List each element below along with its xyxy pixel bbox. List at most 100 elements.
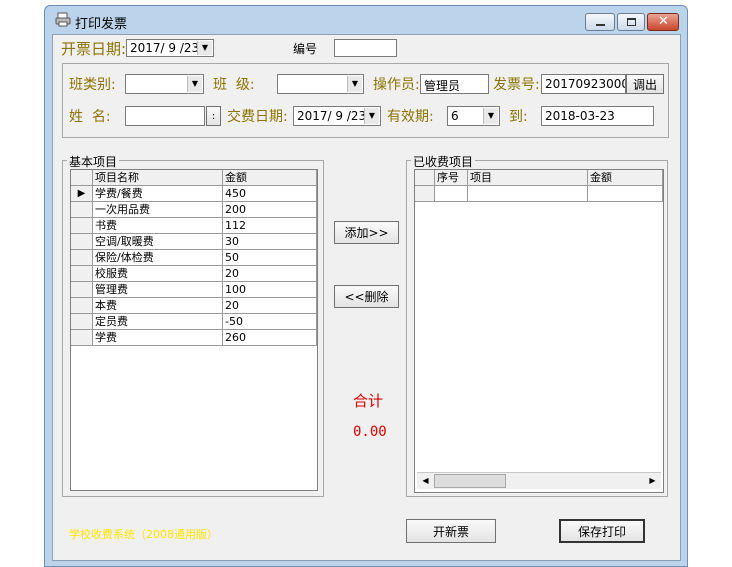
item-amount-cell[interactable]: 100 <box>223 282 317 298</box>
charged-items-grid[interactable]: 序号 项目 金额 ◀ ▶ <box>414 169 664 493</box>
item-name-cell[interactable]: 一次用品费 <box>93 202 223 218</box>
basic-items-rows: ▶ 学费/餐费 450 一次用品费 200 书费 112 空调/取暖费 30 保险/体检费 50 校服… <box>71 186 317 346</box>
table-row[interactable]: 一次用品费 200 <box>71 202 317 218</box>
row-selector-header <box>71 170 93 186</box>
row-selector[interactable] <box>71 298 93 314</box>
table-cell[interactable] <box>468 186 588 202</box>
column-header-item[interactable]: 项目 <box>468 170 588 186</box>
expiry-date-field[interactable]: 2018-03-23 <box>541 106 654 126</box>
save-print-button[interactable]: 保存打印 <box>559 519 645 543</box>
table-cell[interactable] <box>435 186 468 202</box>
maximize-button[interactable] <box>617 13 645 31</box>
table-row[interactable]: 定员费 -50 <box>71 314 317 330</box>
item-amount-cell[interactable]: 30 <box>223 234 317 250</box>
row-selector[interactable] <box>71 202 93 218</box>
grid-header: 序号 项目 金额 <box>415 170 663 186</box>
table-row[interactable]: 保险/体检费 50 <box>71 250 317 266</box>
row-selector[interactable] <box>71 218 93 234</box>
name-field[interactable] <box>125 106 205 126</box>
scrollbar-thumb[interactable] <box>434 474 506 488</box>
client-area: 开票日期: 2017/ 9 /23 ▼ 编号 班类别: ▼ 班 级: ▼ 操作员… <box>52 34 681 561</box>
chevron-down-icon[interactable]: ▼ <box>187 76 202 92</box>
item-amount-cell[interactable]: 200 <box>223 202 317 218</box>
row-selector[interactable] <box>71 234 93 250</box>
validity-select[interactable]: 6 ▼ <box>447 106 500 126</box>
table-row[interactable] <box>415 186 663 202</box>
item-name-cell[interactable]: 保险/体检费 <box>93 250 223 266</box>
add-button[interactable]: 添加>> <box>334 221 399 244</box>
item-name-cell[interactable]: 校服费 <box>93 266 223 282</box>
item-amount-cell[interactable]: 112 <box>223 218 317 234</box>
recall-button[interactable]: 调出 <box>626 74 664 94</box>
grade-select[interactable]: ▼ <box>277 74 364 94</box>
item-amount-cell[interactable]: -50 <box>223 314 317 330</box>
invoice-no-label: 发票号: <box>493 77 540 93</box>
item-name-cell[interactable]: 管理费 <box>93 282 223 298</box>
table-row[interactable]: 空调/取暖费 30 <box>71 234 317 250</box>
scroll-right-icon[interactable]: ▶ <box>645 474 660 488</box>
chevron-down-icon[interactable]: ▼ <box>364 108 379 124</box>
minimize-icon <box>596 24 605 26</box>
row-selector[interactable]: ▶ <box>71 186 93 202</box>
charged-items-title: 已收费项目 <box>411 153 476 170</box>
item-amount-cell[interactable]: 260 <box>223 330 317 346</box>
title-bar[interactable]: 打印发票 ✕ <box>45 6 687 34</box>
table-row[interactable]: 学费 260 <box>71 330 317 346</box>
row-selector[interactable] <box>71 330 93 346</box>
item-name-cell[interactable]: 学费/餐费 <box>93 186 223 202</box>
row-selector[interactable] <box>71 266 93 282</box>
invoice-no-field[interactable]: 201709230001 <box>541 74 626 94</box>
delete-button[interactable]: <<删除 <box>334 285 399 308</box>
number-label: 编号 <box>293 42 318 56</box>
item-amount-cell[interactable]: 50 <box>223 250 317 266</box>
new-invoice-button[interactable]: 开新票 <box>406 519 496 543</box>
item-name-cell[interactable]: 空调/取暖费 <box>93 234 223 250</box>
item-name-cell[interactable]: 书费 <box>93 218 223 234</box>
number-field[interactable] <box>334 39 397 57</box>
item-name-cell[interactable]: 学费 <box>93 330 223 346</box>
issue-date-value: 2017/ 9 /23 <box>130 41 200 55</box>
row-selector[interactable] <box>71 282 93 298</box>
validity-label: 有效期: <box>387 109 434 125</box>
basic-items-grid[interactable]: 项目名称 金额 ▶ 学费/餐费 450 一次用品费 200 书费 112 空调/取暖费 30 保险… <box>70 169 318 491</box>
basic-items-title: 基本项目 <box>67 153 120 170</box>
minimize-button[interactable] <box>585 13 615 31</box>
table-row[interactable]: 校服费 20 <box>71 266 317 282</box>
chevron-down-icon[interactable]: ▼ <box>347 76 362 92</box>
operator-label: 操作员: <box>373 77 420 93</box>
table-row[interactable]: 本费 20 <box>71 298 317 314</box>
table-cell[interactable] <box>588 186 663 202</box>
column-header-name[interactable]: 项目名称 <box>93 170 223 186</box>
invoice-no-value: 201709230001 <box>545 77 625 91</box>
item-amount-cell[interactable]: 450 <box>223 186 317 202</box>
class-type-select[interactable]: ▼ <box>125 74 204 94</box>
window-title: 打印发票 <box>75 17 128 32</box>
operator-field[interactable]: 管理员 <box>420 74 489 94</box>
table-row[interactable]: ▶ 学费/餐费 450 <box>71 186 317 202</box>
item-amount-cell[interactable]: 20 <box>223 298 317 314</box>
row-selector[interactable] <box>71 250 93 266</box>
chevron-down-icon[interactable]: ▼ <box>483 108 498 124</box>
chevron-down-icon[interactable]: ▼ <box>197 41 212 55</box>
pay-date-label: 交费日期: <box>227 109 288 125</box>
row-selector-header <box>415 170 435 186</box>
column-header-amount[interactable]: 金额 <box>588 170 663 186</box>
item-name-cell[interactable]: 本费 <box>93 298 223 314</box>
column-header-seq[interactable]: 序号 <box>435 170 468 186</box>
invoice-window: 打印发票 ✕ 开票日期: 2017/ 9 /23 ▼ 编号 班类别: ▼ 班 级… <box>44 5 688 567</box>
name-picker-button[interactable]: : <box>206 106 221 126</box>
item-name-cell[interactable]: 定员费 <box>93 314 223 330</box>
scroll-left-icon[interactable]: ◀ <box>418 474 433 488</box>
row-selector[interactable] <box>415 186 435 202</box>
horizontal-scrollbar[interactable]: ◀ ▶ <box>417 472 661 489</box>
table-row[interactable]: 管理费 100 <box>71 282 317 298</box>
pay-date-picker[interactable]: 2017/ 9 /23 ▼ <box>293 106 381 126</box>
item-amount-cell[interactable]: 20 <box>223 266 317 282</box>
table-row[interactable]: 书费 112 <box>71 218 317 234</box>
row-selector[interactable] <box>71 314 93 330</box>
column-header-amount[interactable]: 金额 <box>223 170 317 186</box>
close-button[interactable]: ✕ <box>647 13 679 31</box>
issue-date-picker[interactable]: 2017/ 9 /23 ▼ <box>126 39 214 57</box>
expiry-date-value: 2018-03-23 <box>545 109 615 123</box>
validity-value: 6 <box>451 109 459 123</box>
